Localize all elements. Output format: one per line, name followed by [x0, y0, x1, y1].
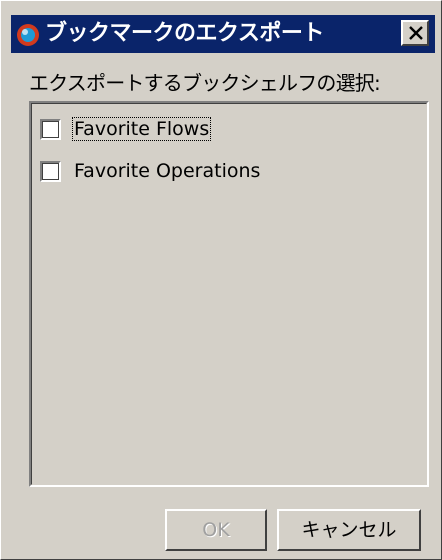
bookshelf-list: Favorite Flows Favorite Operations — [29, 101, 429, 487]
cancel-button[interactable]: キャンセル — [277, 509, 421, 551]
close-button[interactable] — [401, 20, 429, 46]
checkbox-label[interactable]: Favorite Operations — [73, 160, 261, 182]
checkbox[interactable] — [40, 160, 61, 182]
close-icon — [409, 26, 423, 40]
title-bar[interactable]: ブックマークのエクスポート — [11, 15, 435, 53]
app-logo-icon — [15, 22, 41, 48]
bookshelf-item-favorite-flows[interactable]: Favorite Flows — [40, 114, 212, 144]
window-title: ブックマークのエクスポート — [45, 21, 324, 46]
bookshelf-item-favorite-operations[interactable]: Favorite Operations — [40, 156, 261, 186]
ok-button[interactable]: OK — [165, 509, 267, 551]
checkbox[interactable] — [40, 118, 61, 140]
export-bookmarks-dialog: ブックマークのエクスポート エクスポートするブックシェルフの選択: Favori… — [0, 0, 442, 560]
bookshelf-selection-label: エクスポートするブックシェルフの選択: — [29, 71, 381, 95]
checkbox-label[interactable]: Favorite Flows — [71, 117, 212, 141]
